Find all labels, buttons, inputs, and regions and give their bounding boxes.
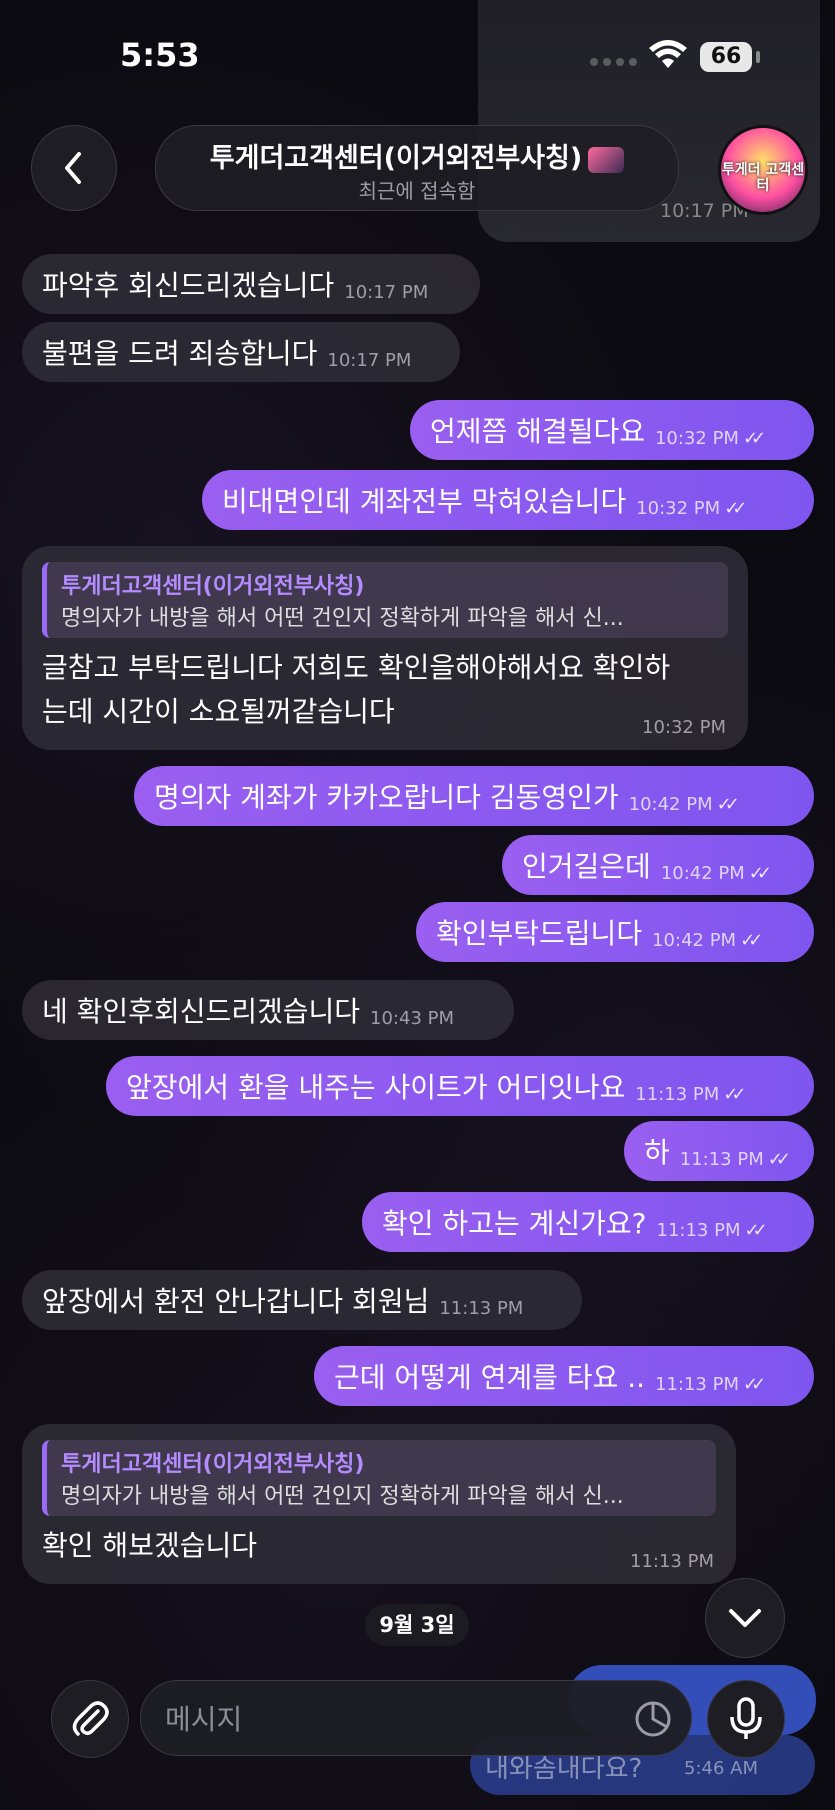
voice-record-button[interactable] <box>707 1680 785 1758</box>
message-text: 명의자 계좌가 카카오랍니다 김동영인가 <box>154 781 619 814</box>
message-bubble-incoming[interactable]: 앞장에서 환전 안나갑니다 회원님 11:13 PM <box>22 1270 582 1330</box>
message-time: 11:13 PM <box>635 1083 720 1105</box>
message-bubble-incoming[interactable]: 네 확인후회신드리겠습니다 10:43 PM <box>22 980 514 1040</box>
message-time: 10:17 PM <box>344 281 429 303</box>
read-checkmarks-icon: ✓✓ <box>742 427 766 449</box>
reply-message-bubble[interactable]: 투게더고객센터(이거외전부사칭) 명의자가 내방을 해서 어떤 건인지 정확하게… <box>22 1424 736 1584</box>
message-text: 앞장에서 환을 내주는 사이트가 어디잇나요 <box>126 1071 626 1104</box>
message-time: 11:13 PM <box>630 1551 714 1572</box>
message-text: 근데 어떻게 연계를 타요 .. <box>334 1361 646 1394</box>
message-bubble-outgoing[interactable]: 근데 어떻게 연계를 타요 .. 11:13 PM ✓✓ <box>314 1346 814 1406</box>
scroll-to-bottom-button[interactable] <box>705 1578 785 1658</box>
last-seen-status: 최근에 접속함 <box>358 179 476 203</box>
message-time: 10:32 PM <box>654 427 739 449</box>
message-text: 앞장에서 환전 안나갑니다 회원님 <box>42 1285 430 1318</box>
message-time: 10:17 PM <box>327 349 412 371</box>
message-time: 11:13 PM <box>439 1297 524 1319</box>
message-time: 10:42 PM <box>652 929 737 951</box>
message-bubble-outgoing[interactable]: 확인부탁드립니다 10:42 PM ✓✓ <box>416 902 814 962</box>
message-bubble-outgoing[interactable]: 비대면인데 계좌전부 막혀있습니다 10:32 PM ✓✓ <box>202 470 814 530</box>
read-checkmarks-icon: ✓✓ <box>723 1083 746 1105</box>
message-time: 10:42 PM <box>660 862 745 884</box>
message-bubble-incoming[interactable]: 불편을 드려 죄송합니다 10:17 PM <box>22 322 460 382</box>
sticker-icon <box>635 1701 671 1737</box>
date-separator: 9월 3일 <box>365 1604 469 1646</box>
message-bubble-outgoing[interactable]: 확인 하고는 계신가요? 11:13 PM ✓✓ <box>362 1192 814 1252</box>
back-button[interactable] <box>31 125 117 211</box>
message-text: 네 확인후회신드리겠습니다 <box>42 995 361 1028</box>
message-text: 언제쯤 해결될다요 <box>430 415 645 448</box>
quoted-message[interactable]: 투게더고객센터(이거외전부사칭) 명의자가 내방을 해서 어떤 건인지 정확하게… <box>42 1440 716 1516</box>
sticker-button[interactable] <box>631 1697 675 1741</box>
quoted-message[interactable]: 투게더고객센터(이거외전부사칭) 명의자가 내방을 해서 어떤 건인지 정확하게… <box>42 562 728 638</box>
message-composer[interactable] <box>140 1680 692 1757</box>
message-bubble-outgoing[interactable]: 하 11:13 PM ✓✓ <box>624 1121 814 1181</box>
message-text: 파악후 회신드리겠습니다 <box>42 269 335 302</box>
read-checkmarks-icon: ✓✓ <box>724 497 747 519</box>
chevron-left-icon <box>65 152 81 184</box>
message-time: 10:32 PM <box>642 717 726 738</box>
message-time: 11:13 PM <box>655 1373 739 1395</box>
reply-message-bubble[interactable]: 투게더고객센터(이거외전부사칭) 명의자가 내방을 해서 어떤 건인지 정확하게… <box>22 546 748 750</box>
cellular-signal-icon <box>590 58 637 66</box>
chat-header[interactable]: 투게더고객센터(이거외전부사칭) 최근에 접속함 <box>155 125 679 211</box>
message-input[interactable] <box>163 1681 607 1757</box>
chat-title: 투게더고객센터(이거외전부사칭) <box>156 136 678 175</box>
microphone-icon <box>730 1697 762 1739</box>
message-text: 하 <box>644 1136 670 1169</box>
attach-button[interactable] <box>51 1680 129 1758</box>
read-checkmarks-icon: ✓✓ <box>743 1373 766 1395</box>
avatar[interactable]: 투게더 고객센터 <box>718 125 808 215</box>
read-checkmarks-icon: ✓✓ <box>716 793 740 815</box>
chevron-down-icon <box>729 1609 761 1627</box>
status-bar: 5:53 66 <box>0 0 835 110</box>
message-bubble-outgoing[interactable]: 인거길은데 10:42 PM ✓✓ <box>502 835 814 895</box>
quoted-text: 명의자가 내방을 해서 어떤 건인지 정확하게 파악을 해서 신... <box>61 606 624 631</box>
message-text: 는데 시간이 소요될꺼같습니다 <box>42 695 395 728</box>
sticker-emoji-icon <box>588 146 625 173</box>
message-text: 비대면인데 계좌전부 막혀있습니다 <box>222 485 627 518</box>
message-time: 10:32 PM <box>636 497 721 519</box>
avatar-logo-text: 투게더 고객센터 <box>721 162 805 194</box>
message-text: 불편을 드려 죄송합니다 <box>42 337 318 370</box>
message-bubble-outgoing[interactable]: 앞장에서 환을 내주는 사이트가 어디잇나요 11:13 PM ✓✓ <box>106 1056 814 1116</box>
battery-icon: 66 <box>700 42 752 72</box>
message-time: 10:42 PM <box>628 793 713 815</box>
message-bubble-outgoing[interactable]: 언제쯤 해결될다요 10:32 PM ✓✓ <box>410 400 814 460</box>
message-time: 11:13 PM <box>656 1219 741 1241</box>
message-text: 인거길은데 <box>522 850 651 883</box>
next-message-time: 5:46 AM <box>684 1758 758 1779</box>
battery-tip <box>756 51 760 63</box>
read-checkmarks-icon: ✓✓ <box>748 862 772 884</box>
message-bubble-incoming[interactable]: 파악후 회신드리겠습니다 10:17 PM <box>22 254 480 314</box>
read-checkmarks-icon: ✓✓ <box>740 929 763 951</box>
wifi-icon <box>648 40 688 74</box>
quoted-sender: 투게더고객센터(이거외전부사칭) <box>61 574 365 599</box>
message-bubble-outgoing[interactable]: 명의자 계좌가 카카오랍니다 김동영인가 10:42 PM ✓✓ <box>134 766 814 826</box>
quoted-sender: 투게더고객센터(이거외전부사칭) <box>61 1452 365 1477</box>
message-text: 확인 해보겠습니다 <box>42 1529 257 1562</box>
status-time: 5:53 <box>120 36 200 74</box>
message-text: 확인 하고는 계신가요? <box>382 1207 647 1240</box>
message-time: 10:43 PM <box>370 1007 455 1029</box>
read-checkmarks-icon: ✓✓ <box>767 1148 791 1170</box>
read-checkmarks-icon: ✓✓ <box>744 1219 768 1241</box>
message-time: 11:13 PM <box>679 1148 764 1170</box>
message-text: 확인부탁드립니다 <box>436 917 643 950</box>
message-text: 글참고 부탁드립니다 저희도 확인을해야해서요 확인하 <box>42 651 671 684</box>
quoted-text: 명의자가 내방을 해서 어떤 건인지 정확하게 파악을 해서 신... <box>61 1484 624 1509</box>
paperclip-icon <box>72 1701 109 1736</box>
